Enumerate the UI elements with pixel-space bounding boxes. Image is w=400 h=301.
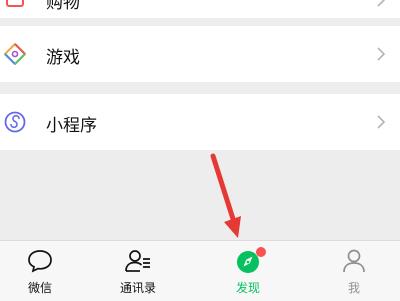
- list-item-mini-programs[interactable]: 小程序: [0, 94, 400, 150]
- list-item-shopping[interactable]: 购物: [0, 0, 400, 18]
- watermark-blur: [276, 244, 396, 296]
- list-item-label: 小程序: [46, 116, 97, 136]
- list-item-games[interactable]: 游戏: [0, 26, 400, 82]
- chevron-right-icon: [377, 47, 386, 61]
- games-diamond-icon: [4, 43, 26, 65]
- chevron-right-icon: [377, 115, 386, 129]
- mini-program-icon: [4, 111, 26, 133]
- chevron-right-icon: [377, 0, 386, 7]
- tab-chats[interactable]: 微信: [0, 241, 80, 301]
- list-item-label: 购物: [46, 0, 80, 13]
- shopping-bag-icon: [6, 0, 24, 7]
- tab-contacts[interactable]: 通讯录: [98, 241, 178, 301]
- chat-bubble-icon: [28, 250, 52, 273]
- notification-badge-dot: [256, 247, 266, 257]
- contacts-icon: [125, 250, 150, 272]
- list-item-label: 游戏: [46, 48, 80, 68]
- tab-label: 微信: [27, 281, 52, 295]
- tab-label: 通讯录: [119, 281, 156, 295]
